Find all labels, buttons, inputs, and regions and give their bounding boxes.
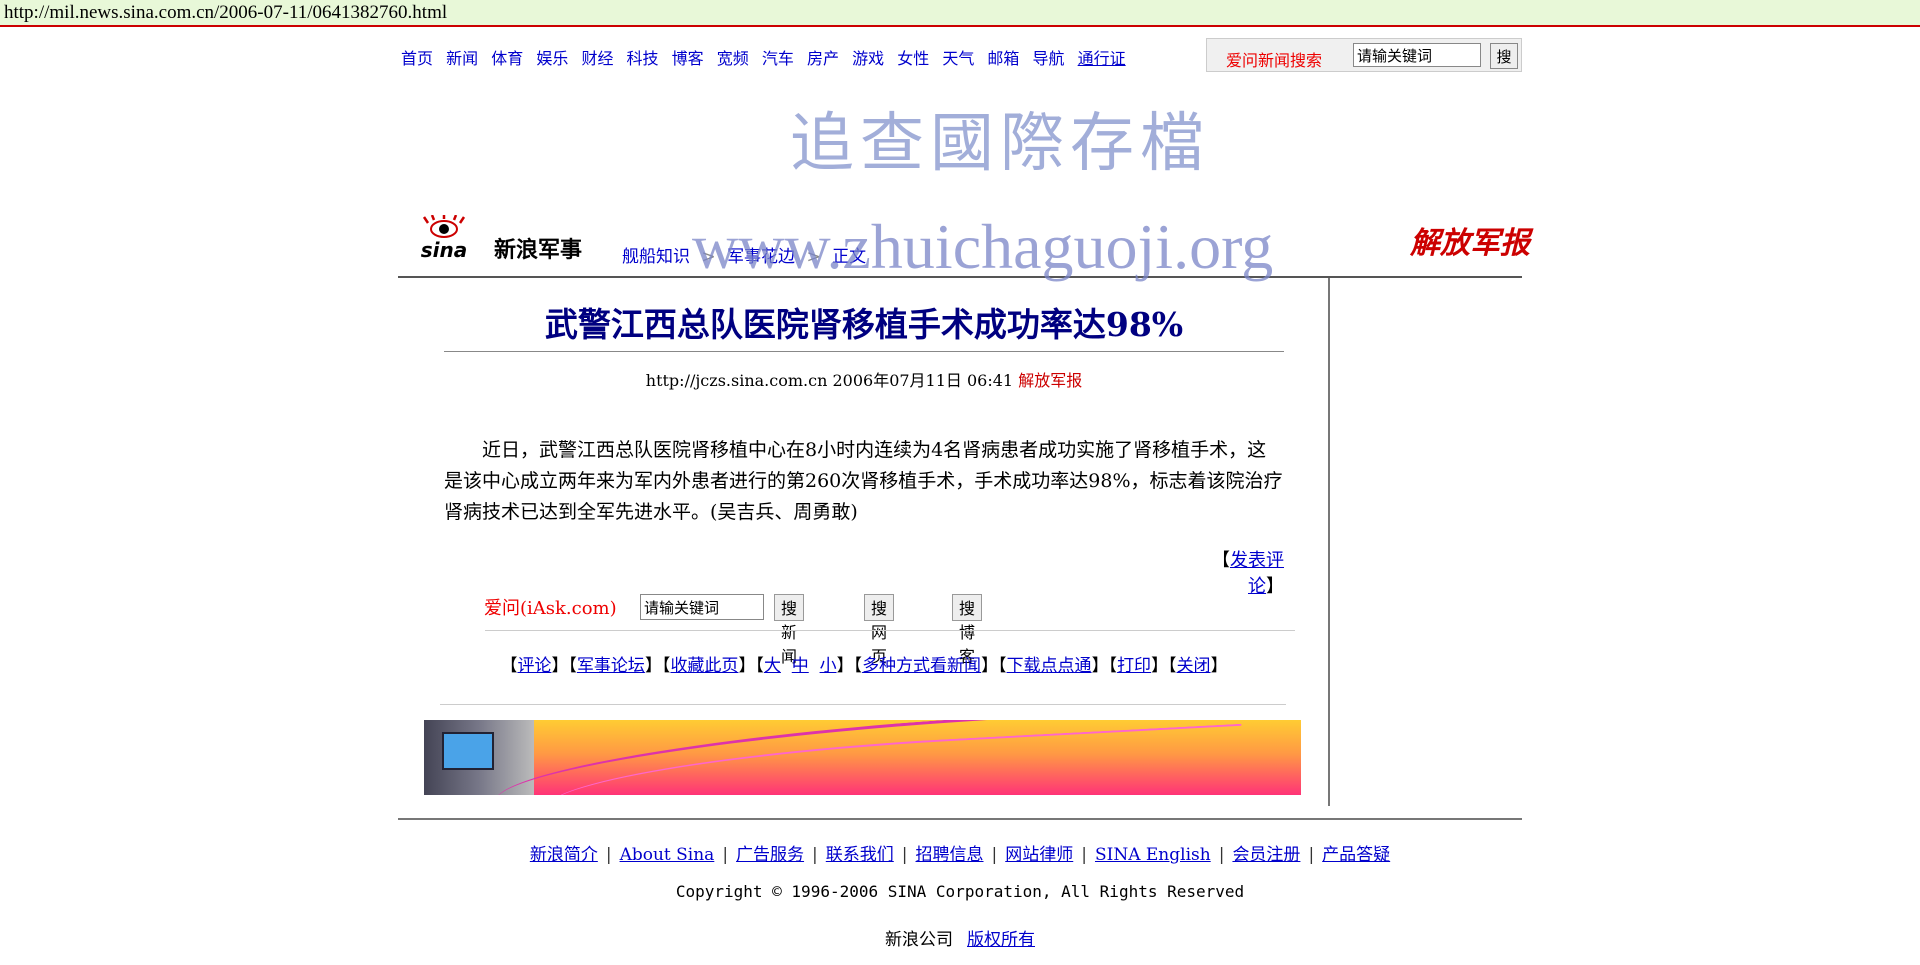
nav-item-ent[interactable]: 娱乐 bbox=[536, 49, 568, 68]
meta-source[interactable]: 解放军报 bbox=[1018, 371, 1082, 390]
footer-sep: | bbox=[901, 845, 908, 865]
post-comment-link[interactable]: 发表评论 bbox=[1230, 550, 1284, 597]
article-tools: 【评论】【军事论坛】【收藏此页】【大 中 小】【多种方式看新闻】【下载点点通】【… bbox=[500, 656, 1228, 676]
company-name: 新浪公司 bbox=[885, 930, 953, 950]
font-size-small-link[interactable]: 小 bbox=[820, 656, 837, 676]
footer-link-faq[interactable]: 产品答疑 bbox=[1322, 845, 1390, 865]
news-search-input[interactable] bbox=[1353, 43, 1481, 67]
font-size-medium-link[interactable]: 中 bbox=[792, 656, 809, 676]
nav-item-passport[interactable]: 通行证 bbox=[1078, 49, 1126, 68]
eye-icon bbox=[422, 215, 466, 238]
footer-link-jobs[interactable]: 招聘信息 bbox=[916, 845, 984, 865]
tool-close-link[interactable]: 关闭 bbox=[1177, 656, 1211, 676]
nav-item-home[interactable]: 首页 bbox=[401, 49, 433, 68]
nav-item-news[interactable]: 新闻 bbox=[446, 49, 478, 68]
nav-item-games[interactable]: 游戏 bbox=[852, 49, 884, 68]
search-blog-button[interactable]: 搜博客 bbox=[952, 594, 983, 666]
font-size-large-link[interactable]: 大 bbox=[764, 656, 781, 676]
footer-link-ads[interactable]: 广告服务 bbox=[736, 845, 804, 865]
tool-bookmark-link[interactable]: 收藏此页 bbox=[670, 656, 738, 676]
iask-search-input[interactable] bbox=[640, 594, 764, 620]
top-navigation: 首页 新闻 体育 娱乐 财经 科技 博客 宽频 汽车 房产 游戏 女性 天气 邮… bbox=[401, 45, 1134, 69]
channel-name: 新浪军事 bbox=[494, 237, 583, 263]
sidebar-divider bbox=[1328, 278, 1330, 806]
tool-multi-view-link[interactable]: 多种方式看新闻 bbox=[862, 656, 981, 676]
search-divider bbox=[485, 630, 1295, 631]
footer-link-lawyer[interactable]: 网站律师 bbox=[1005, 845, 1073, 865]
search-web-button[interactable]: 搜网页 bbox=[864, 594, 895, 666]
nav-item-guide[interactable]: 导航 bbox=[1033, 49, 1065, 68]
sina-logo-text: sina bbox=[421, 238, 468, 260]
nav-item-mail[interactable]: 邮箱 bbox=[987, 49, 1019, 68]
watermark-url: www.zhuichaguoji.org bbox=[692, 211, 1274, 282]
footer-link-register[interactable]: 会员注册 bbox=[1232, 845, 1300, 865]
nav-item-weather[interactable]: 天气 bbox=[942, 49, 974, 68]
search-news-button[interactable]: 搜新闻 bbox=[774, 594, 805, 666]
footer-sep: | bbox=[1081, 845, 1087, 865]
sina-eye-logo[interactable]: sina bbox=[408, 215, 480, 260]
ad-banner[interactable] bbox=[424, 720, 1301, 795]
footer-divider bbox=[398, 818, 1522, 820]
copyright-text: Copyright © 1996-2006 SINA Corporation, … bbox=[675, 882, 1245, 901]
meta-date: 2006年07月11日 06:41 bbox=[832, 371, 1014, 390]
footer-sep: | bbox=[991, 845, 998, 865]
post-comment: 【发表评论】 bbox=[1212, 550, 1284, 597]
tool-download-link[interactable]: 下载点点通 bbox=[1007, 656, 1092, 676]
nav-item-finance[interactable]: 财经 bbox=[581, 49, 613, 68]
title-divider bbox=[444, 351, 1284, 352]
rights-link[interactable]: 版权所有 bbox=[967, 930, 1035, 950]
tool-print-link[interactable]: 打印 bbox=[1117, 656, 1151, 676]
footer-sep: | bbox=[605, 845, 612, 865]
footer-link-sina-english[interactable]: SINA English bbox=[1095, 845, 1211, 865]
footer-link-about-en[interactable]: About Sina bbox=[620, 845, 715, 865]
pla-daily-logo: 解放军报 bbox=[1410, 226, 1530, 261]
company-line: 新浪公司 版权所有 bbox=[0, 925, 1920, 950]
browser-url-bar[interactable]: http://mil.news.sina.com.cn/2006-07-11/0… bbox=[0, 0, 1920, 27]
footer-link-contact[interactable]: 联系我们 bbox=[826, 845, 894, 865]
footer-links: 新浪简介 | About Sina | 广告服务 | 联系我们 | 招聘信息 | 网站律师 | SINA… bbox=[0, 840, 1920, 865]
article-title: 武警江西总队医院肾移植手术成功率达98% bbox=[544, 305, 1184, 344]
news-search-label: 爱问新闻搜索 bbox=[1226, 51, 1323, 70]
iask-brand: 爱问(iAsk.com) bbox=[484, 598, 617, 619]
nav-item-women[interactable]: 女性 bbox=[897, 49, 929, 68]
nav-item-sports[interactable]: 体育 bbox=[491, 49, 523, 68]
news-search-box: 爱问新闻搜索 搜 bbox=[1206, 38, 1522, 72]
tools-divider bbox=[440, 704, 1286, 705]
tool-forum-link[interactable]: 军事论坛 bbox=[577, 656, 645, 676]
footer-link-about-cn[interactable]: 新浪简介 bbox=[530, 845, 598, 865]
nav-item-blog[interactable]: 博客 bbox=[672, 49, 704, 68]
tool-comment-link[interactable]: 评论 bbox=[517, 656, 551, 676]
nav-item-house[interactable]: 房产 bbox=[807, 49, 839, 68]
article-body: 近日，武警江西总队医院肾移植中心在8小时内连续为4名肾病患者成功实施了肾移植手术… bbox=[444, 435, 1284, 528]
nav-item-video[interactable]: 宽频 bbox=[717, 49, 749, 68]
footer-sep: | bbox=[722, 845, 729, 865]
nav-item-tech[interactable]: 科技 bbox=[627, 49, 659, 68]
article-meta: http://jczs.sina.com.cn 2006年07月11日 06:4… bbox=[444, 367, 1284, 391]
url-text: http://mil.news.sina.com.cn/2006-07-11/0… bbox=[4, 2, 448, 23]
news-search-button[interactable]: 搜 bbox=[1490, 43, 1518, 69]
footer-sep: | bbox=[1308, 845, 1315, 865]
nav-item-auto[interactable]: 汽车 bbox=[762, 49, 794, 68]
meta-url: http://jczs.sina.com.cn bbox=[645, 371, 828, 390]
article-paragraph: 近日，武警江西总队医院肾移植中心在8小时内连续为4名肾病患者成功实施了肾移植手术… bbox=[444, 439, 1283, 523]
breadcrumb-item-ships[interactable]: 舰船知识 bbox=[622, 247, 690, 267]
footer-sep: | bbox=[812, 845, 818, 865]
watermark-title: 追查國際存檔 bbox=[790, 107, 1210, 181]
footer-sep: | bbox=[1218, 845, 1225, 865]
